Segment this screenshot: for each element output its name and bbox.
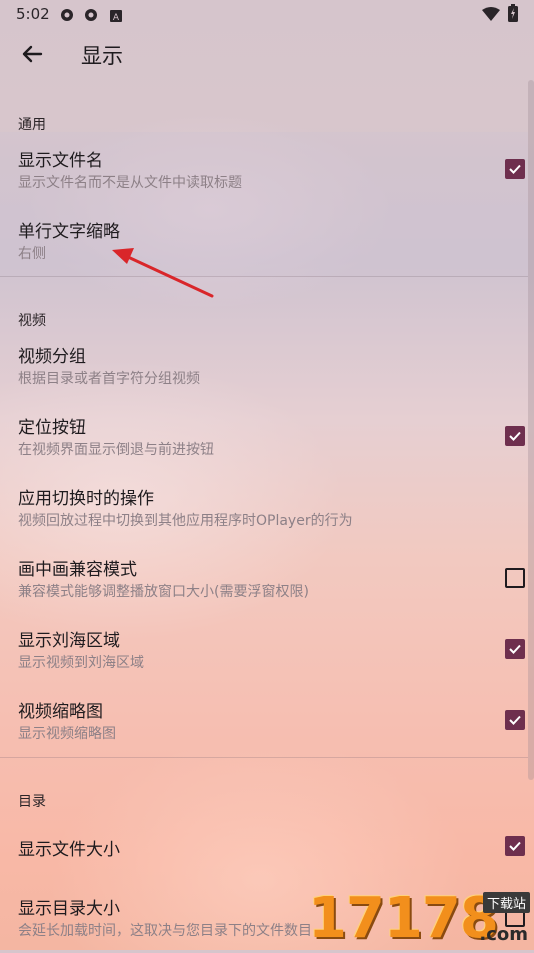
watermark-text: 17178 [308, 886, 499, 951]
watermark-domain: .com [479, 924, 528, 945]
annotation-arrow [112, 248, 214, 298]
watermark-logo: 17178 下载站 .com [308, 888, 534, 950]
watermark-badge: 下载站 [482, 892, 530, 913]
